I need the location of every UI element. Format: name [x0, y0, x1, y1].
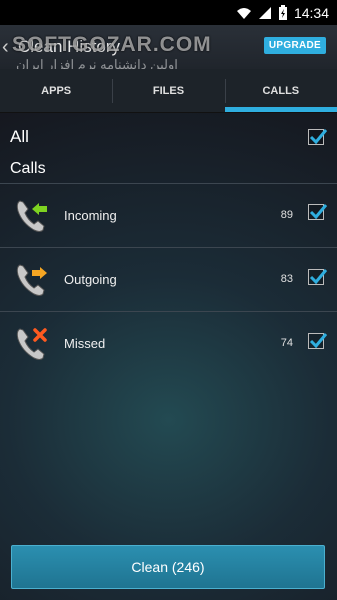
tab-files[interactable]: FILES	[112, 69, 224, 112]
back-chevron-icon[interactable]: ‹	[2, 37, 16, 57]
item-label: Incoming	[64, 207, 117, 223]
checkmark-icon	[309, 269, 328, 285]
tab-bar: APPS FILES CALLS	[0, 69, 337, 113]
select-all-label: All	[10, 127, 29, 146]
action-bar: ‹ Clean History UPGRADE	[0, 25, 337, 69]
list-item-missed[interactable]: Missed 74	[0, 311, 337, 375]
item-count: 83	[280, 273, 293, 285]
wifi-icon	[236, 7, 251, 19]
checkmark-icon	[309, 129, 328, 145]
incoming-call-icon	[16, 200, 47, 232]
tab-apps[interactable]: APPS	[0, 69, 112, 112]
item-count: 74	[280, 337, 293, 349]
checkmark-icon	[309, 204, 328, 220]
outgoing-call-icon	[16, 264, 47, 296]
upgrade-button[interactable]: UPGRADE	[263, 37, 326, 54]
status-bar: 14:34	[0, 0, 337, 25]
outgoing-checkbox[interactable]	[308, 269, 328, 285]
section-label: Calls	[10, 160, 46, 177]
tab-calls[interactable]: CALLS	[224, 69, 337, 112]
battery-icon	[278, 4, 287, 20]
list-item-outgoing[interactable]: Outgoing 83	[0, 247, 337, 311]
item-label: Missed	[64, 335, 106, 351]
list-item-incoming[interactable]: Incoming 89	[0, 183, 337, 247]
clean-button[interactable]: Clean (246)	[11, 545, 325, 589]
select-all-checkbox[interactable]	[308, 129, 328, 145]
signal-icon	[258, 6, 271, 19]
item-label: Outgoing	[64, 271, 117, 287]
page-title: Clean History	[18, 37, 121, 56]
select-all-row[interactable]: All	[0, 122, 337, 152]
clean-button-label: Clean (246)	[131, 559, 205, 575]
checkmark-icon	[309, 333, 328, 349]
missed-call-icon	[16, 328, 47, 360]
missed-checkbox[interactable]	[308, 333, 328, 349]
status-time: 14:34	[293, 4, 329, 21]
item-count: 89	[280, 209, 293, 221]
incoming-checkbox[interactable]	[308, 204, 328, 220]
